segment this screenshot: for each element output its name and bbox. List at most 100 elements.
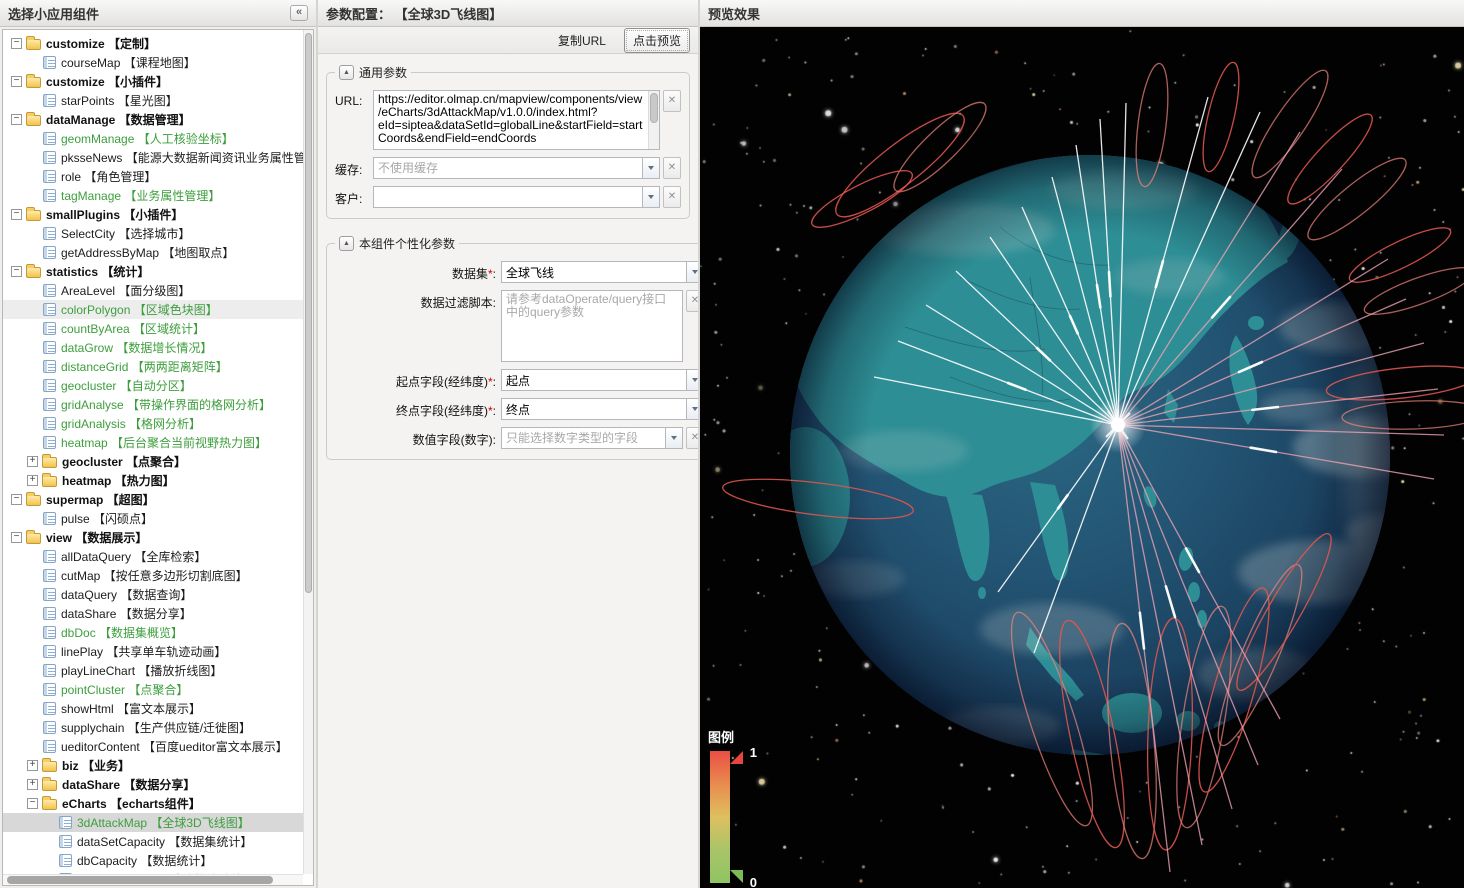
chevron-down-icon[interactable] [642, 157, 660, 179]
tree-row-label: courseMap 【课程地图】 [61, 54, 196, 71]
scrollbar-thumb[interactable] [650, 93, 658, 123]
tree-row[interactable]: dataSetCapacity 【数据集统计】 [3, 832, 303, 851]
parameter-panel-header: 参数配置： 【全球3D飞线图】 [318, 0, 698, 27]
tree-row[interactable]: allDataQuery 【全库检索】 [3, 547, 303, 566]
tree-row[interactable]: geocluster 【自动分区】 [3, 376, 303, 395]
chevron-down-icon[interactable] [665, 427, 683, 449]
tree-row[interactable]: dbCapacity 【数据统计】 [3, 851, 303, 870]
tree-row[interactable]: − supermap 【超图】 [3, 490, 303, 509]
cache-select[interactable] [373, 157, 642, 179]
tree-row[interactable]: dataShare 【数据分享】 [3, 604, 303, 623]
tree-row[interactable]: ueditorContent 【百度ueditor富文本展示】 [3, 737, 303, 756]
tree-row[interactable]: gridAnalysis 【格网分析】 [3, 414, 303, 433]
tree-row[interactable]: −view 【数据展示】 [3, 528, 303, 547]
tree-row-label: supplychain 【生产供应链/迁徙图】 [61, 719, 251, 736]
url-textarea[interactable]: https://editor.olmap.cn/mapview/componen… [373, 90, 660, 150]
scrollbar-thumb[interactable] [305, 33, 312, 593]
click-preview-button[interactable]: 点击预览 [624, 28, 690, 53]
tree-row[interactable]: −dataManage 【数据管理】 [3, 110, 303, 129]
expander-icon[interactable]: − [11, 266, 22, 277]
leaf-icon [43, 379, 56, 392]
tree-row-label: playLineChart 【播放折线图】 [61, 662, 222, 679]
tree-row[interactable]: tagManage 【业务属性管理】 [3, 186, 303, 205]
general-params-fieldset: ▲ 通用参数 URL: https://editor.olmap.cn/mapv… [326, 64, 690, 219]
expander-icon[interactable]: − [11, 209, 22, 220]
folder-icon [42, 457, 57, 468]
expander-icon[interactable]: − [11, 494, 22, 505]
expander-icon[interactable]: + [27, 475, 38, 486]
tree-row[interactable]: AreaLevel 【面分级图】 [3, 281, 303, 300]
custom-params-legend: ▲ 本组件个性化参数 [335, 235, 459, 252]
tree-row[interactable]: +biz 【业务】 [3, 756, 303, 775]
dataset-select[interactable] [501, 261, 686, 283]
client-select[interactable] [373, 186, 642, 208]
tree-row[interactable]: dataQuery 【数据查询】 [3, 585, 303, 604]
copy-url-button[interactable]: 复制URL [552, 31, 612, 50]
custom-params-title: 本组件个性化参数 [359, 235, 455, 252]
leaf-icon [43, 664, 56, 677]
chevron-down-icon[interactable] [642, 186, 660, 208]
tree-row[interactable]: +heatmap 【热力图】 [3, 471, 303, 490]
filter-script-textarea[interactable] [501, 290, 683, 362]
tree-row[interactable]: SelectCity 【选择城市】 [3, 224, 303, 243]
tree-vertical-scrollbar[interactable] [303, 30, 313, 874]
number-field-select[interactable] [501, 427, 665, 449]
tree-row[interactable]: pointCluster 【点聚合】 [3, 680, 303, 699]
clear-icon[interactable]: ✕ [663, 157, 681, 179]
tree-row[interactable]: −statistics 【统计】 [3, 262, 303, 281]
tree-row[interactable]: +dataShare 【数据分享】 [3, 775, 303, 794]
tree-row[interactable]: playLineChart 【播放折线图】 [3, 661, 303, 680]
tree-horizontal-scrollbar[interactable] [3, 874, 303, 885]
scrollbar-thumb[interactable] [7, 876, 273, 884]
tree-row[interactable]: countByArea 【区域统计】 [3, 319, 303, 338]
clear-icon[interactable]: ✕ [663, 186, 681, 208]
url-label: URL: [335, 90, 373, 108]
tree-row[interactable]: linePlay 【共享单车轨迹动画】 [3, 642, 303, 661]
leaf-icon [43, 189, 56, 202]
tree-row[interactable]: 3dAttackMap 【全球3D飞线图】 [3, 813, 303, 832]
expander-icon[interactable]: − [11, 76, 22, 87]
tree-row[interactable]: getAddressByMap 【地图取点】 [3, 243, 303, 262]
expander-icon[interactable]: + [27, 456, 38, 467]
tree-row[interactable]: −smallPlugins 【小插件】 [3, 205, 303, 224]
preview-panel: 预览效果 [700, 0, 1464, 888]
expander-icon[interactable]: + [27, 760, 38, 771]
legend-max-value: 1 [750, 745, 757, 760]
tree-row[interactable]: pksseNews 【能源大数据新闻资讯业务属性管理】 [3, 148, 303, 167]
tree-row-label: supermap 【超图】 [46, 491, 155, 508]
expander-icon[interactable]: + [27, 779, 38, 790]
tree-row[interactable]: colorPolygon 【区域色块图】 [3, 300, 303, 319]
tree-row[interactable]: distanceGrid 【两两距离矩阵】 [3, 357, 303, 376]
start-field-select[interactable] [501, 369, 686, 391]
tree-row[interactable]: pulse 【闪硕点】 [3, 509, 303, 528]
collapse-section-icon[interactable]: ▲ [339, 236, 354, 251]
tree-row[interactable]: geomManage 【人工核验坐标】 [3, 129, 303, 148]
tree-row[interactable]: − customize 【小插件】 [3, 72, 303, 91]
tree-row[interactable]: role 【角色管理】 [3, 167, 303, 186]
tree-row[interactable]: dataGrow 【数据增长情况】 [3, 338, 303, 357]
tree-row[interactable]: +geocluster 【点聚合】 [3, 452, 303, 471]
tree-row[interactable]: gridAnalyse 【带操作界面的格网分析】 [3, 395, 303, 414]
collapse-section-icon[interactable]: ▲ [339, 65, 354, 80]
tree-row[interactable]: dbDoc 【数据集概览】 [3, 623, 303, 642]
expander-icon[interactable]: − [11, 38, 22, 49]
leaf-icon [43, 56, 56, 69]
tree-row[interactable]: showHtml 【富文本展示】 [3, 699, 303, 718]
tree-row[interactable]: starPoints 【星光图】 [3, 91, 303, 110]
tree-row[interactable]: heatmap 【后台聚合当前视野热力图】 [3, 433, 303, 452]
end-field-select[interactable] [501, 398, 686, 420]
expander-icon[interactable]: − [11, 114, 22, 125]
tree-row[interactable]: supplychain 【生产供应链/迁徙图】 [3, 718, 303, 737]
clear-icon[interactable]: ✕ [663, 90, 681, 112]
tree-row[interactable]: −eCharts 【echarts组件】 [3, 794, 303, 813]
tree-row[interactable]: −customize 【定制】 [3, 34, 303, 53]
collapse-panel-icon[interactable]: « [290, 5, 308, 21]
expander-icon[interactable]: − [27, 798, 38, 809]
textarea-scrollbar[interactable] [648, 91, 659, 149]
leaf-icon [43, 151, 56, 164]
tree-row[interactable]: courseMap 【课程地图】 [3, 53, 303, 72]
expander-icon[interactable]: − [11, 532, 22, 543]
tree-row[interactable]: cutMap 【按任意多边形切割底图】 [3, 566, 303, 585]
tree-row-label: customize 【小插件】 [46, 73, 168, 90]
folder-icon [26, 267, 41, 278]
